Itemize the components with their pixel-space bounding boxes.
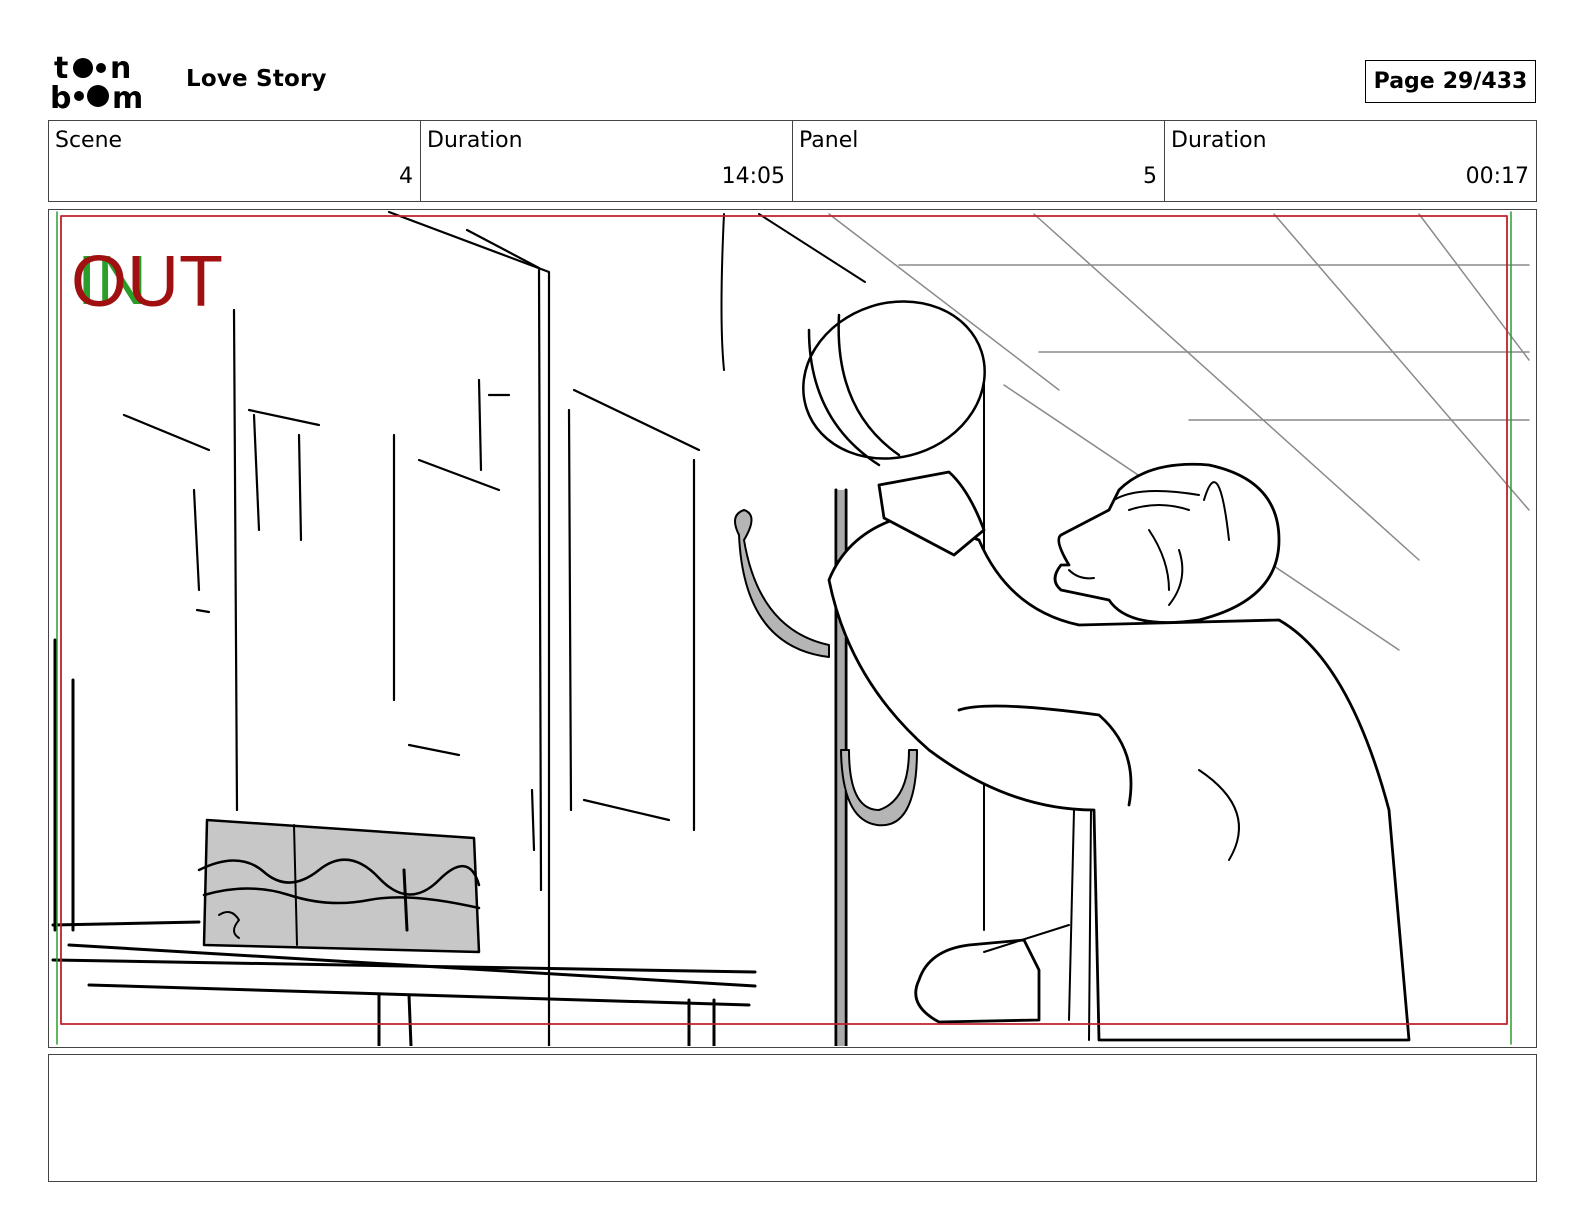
scene-duration-cell: Duration 14:05 [421,121,793,201]
panel-sketch: IN OUT [51,210,1530,1046]
svg-text:b: b [50,81,71,112]
panel-cell: Panel 5 [793,121,1165,201]
scene-duration-value: 14:05 [721,164,785,189]
project-title: Love Story [186,66,327,92]
toon-boom-logo: t n b m [50,50,166,112]
treasure-box [197,818,481,954]
panel-duration-value: 00:17 [1465,164,1529,189]
panel-duration-cell: Duration 00:17 [1165,121,1536,201]
panel-label: Panel [799,128,859,153]
out-marker: OUT [71,242,223,322]
panel-notes-box[interactable] [48,1054,1537,1182]
panel-info-row: Scene 4 Duration 14:05 Panel 5 Duration … [48,120,1537,202]
page-number: 29/433 [1442,69,1528,94]
storyboard-panel: IN OUT [48,209,1537,1048]
scene-label: Scene [55,128,123,153]
svg-text:m: m [112,81,143,112]
logo-graphic: t n b m [50,51,143,112]
page-indicator: Page 29/433 [1365,60,1536,103]
scene-value: 4 [399,164,413,189]
scene-duration-label: Duration [427,128,523,153]
panel-duration-label: Duration [1171,128,1267,153]
panel-value: 5 [1143,164,1157,189]
plate [802,300,986,467]
page-label: Page [1373,69,1435,94]
scene-cell: Scene 4 [49,121,421,201]
